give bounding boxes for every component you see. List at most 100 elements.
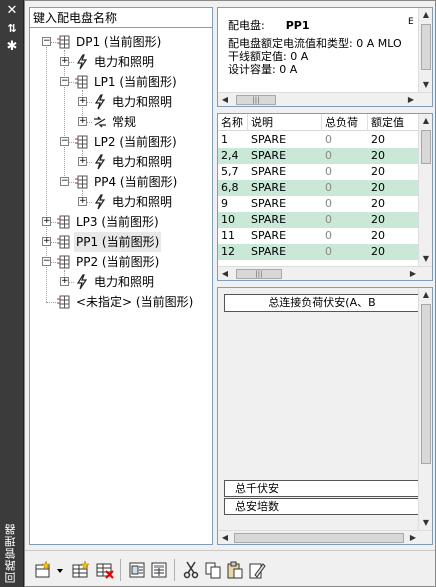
tree-node-panel[interactable]: − PP4 (当前图形) [30, 172, 210, 192]
expand-icon[interactable]: + [42, 237, 51, 246]
tree-node-panel[interactable]: − DP1 (当前图形) [30, 32, 210, 52]
cell-rating[interactable]: 20 [368, 196, 385, 212]
summary-vscroll[interactable]: ▲ ▼ [418, 288, 432, 530]
tree-node-circuit[interactable]: + 常规 [30, 112, 210, 132]
dropdown-arrow-icon[interactable] [55, 560, 65, 580]
cell-description[interactable]: SPARE [248, 244, 286, 260]
panel-search-input[interactable]: 键入配电盘名称 [30, 8, 212, 28]
tree-node-circuit[interactable]: + 电力和照明 [30, 192, 210, 212]
cell-name[interactable]: 1 [218, 132, 228, 148]
cell-rating[interactable]: 20 [368, 132, 385, 148]
tree-node-panel[interactable]: <未指定> (当前图形) [30, 292, 210, 312]
schedule-icon[interactable] [127, 560, 147, 580]
table-row[interactable]: 2,4 SPARE 0 20 [218, 148, 420, 164]
expand-icon[interactable]: + [42, 217, 51, 226]
cell-rating[interactable]: 20 [368, 244, 385, 260]
tree-node-panel[interactable]: − LP1 (当前图形) [30, 72, 210, 92]
summary-hscroll[interactable]: ◀ ▶ [218, 530, 432, 544]
tree-node-panel[interactable]: + LP3 (当前图形) [30, 212, 210, 232]
schedule-table-icon[interactable] [149, 560, 169, 580]
table-hscroll[interactable]: ◀ ||| ▶ [218, 266, 432, 280]
expand-icon[interactable]: + [78, 157, 87, 166]
tree-node-circuit[interactable]: + 电力和照明 [30, 272, 210, 292]
cell-name[interactable]: 11 [218, 228, 235, 244]
cell-total-load[interactable]: 0 [322, 132, 332, 148]
tree-node-panel[interactable]: − LP2 (当前图形) [30, 132, 210, 152]
scroll-thumb[interactable] [421, 130, 431, 164]
cell-total-load[interactable]: 0 [322, 244, 332, 260]
cell-rating[interactable]: 20 [368, 164, 385, 180]
col-name[interactable]: 名称 [218, 114, 248, 131]
copy-icon[interactable] [203, 560, 223, 580]
scroll-thumb[interactable] [421, 24, 431, 70]
cell-rating[interactable]: 20 [368, 212, 385, 228]
cell-description[interactable]: SPARE [248, 212, 286, 228]
cell-total-load[interactable]: 0 [322, 212, 332, 228]
tree-node-panel[interactable]: + PP1 (当前图形) [30, 232, 210, 252]
cell-description[interactable]: SPARE [248, 148, 286, 164]
scroll-up-icon[interactable]: ▲ [419, 114, 432, 128]
expand-icon[interactable]: + [78, 97, 87, 106]
new-panel-icon[interactable] [33, 560, 53, 580]
info-hscroll[interactable]: ◀ ||| ▶ [218, 92, 432, 106]
scroll-left-icon[interactable]: ◀ [218, 93, 232, 106]
scroll-thumb-h[interactable] [234, 533, 404, 543]
tree-node-circuit[interactable]: + 电力和照明 [30, 152, 210, 172]
table-row[interactable]: 10 SPARE 0 20 [218, 212, 420, 228]
info-vscroll[interactable]: ▲ ▼ [418, 8, 432, 92]
collapse-icon[interactable]: − [42, 257, 51, 266]
cell-name[interactable]: 5,7 [218, 164, 239, 180]
table-row[interactable]: 9 SPARE 0 20 [218, 196, 420, 212]
scroll-up-icon[interactable]: ▲ [419, 288, 432, 302]
cell-name[interactable]: 9 [218, 196, 228, 212]
properties-icon[interactable]: ✱ [4, 40, 20, 54]
cell-name[interactable]: 2,4 [218, 148, 239, 164]
scroll-left-icon[interactable]: ◀ [218, 531, 232, 544]
collapse-icon[interactable]: − [42, 37, 51, 46]
scroll-down-icon[interactable]: ▼ [419, 252, 432, 266]
table-vscroll[interactable]: ▲ ▼ [418, 114, 432, 266]
cell-total-load[interactable]: 0 [322, 164, 332, 180]
col-total-load[interactable]: 总负荷 [322, 114, 368, 131]
expand-icon[interactable]: + [60, 57, 69, 66]
new-circuit-icon[interactable] [71, 560, 91, 580]
table-row[interactable]: 1 SPARE 0 20 [218, 132, 420, 148]
table-row[interactable]: 12 SPARE 0 20 [218, 244, 420, 260]
scroll-down-icon[interactable]: ▼ [419, 516, 432, 530]
cell-rating[interactable]: 20 [368, 228, 385, 244]
collapse-icon[interactable]: − [60, 77, 69, 86]
tree-node-circuit[interactable]: + 电力和照明 [30, 52, 210, 72]
scroll-down-icon[interactable]: ▼ [419, 78, 432, 92]
scroll-thumb-h[interactable]: ||| [236, 269, 282, 279]
cell-total-load[interactable]: 0 [322, 196, 332, 212]
collapse-icon[interactable]: − [60, 137, 69, 146]
col-rating[interactable]: 额定值 [368, 114, 420, 131]
table-row[interactable]: 11 SPARE 0 20 [218, 228, 420, 244]
tree-node-panel[interactable]: − PP2 (当前图形) [30, 252, 210, 272]
cell-total-load[interactable]: 0 [322, 228, 332, 244]
close-icon[interactable]: ✕ [4, 4, 20, 18]
scroll-left-icon[interactable]: ◀ [218, 267, 232, 280]
cell-name[interactable]: 12 [218, 244, 235, 260]
scroll-thumb[interactable] [421, 304, 431, 464]
table-row[interactable]: 5,7 SPARE 0 20 [218, 164, 420, 180]
collapse-icon[interactable]: − [60, 177, 69, 186]
col-description[interactable]: 说明 [248, 114, 322, 131]
cell-description[interactable]: SPARE [248, 180, 286, 196]
scroll-up-icon[interactable]: ▲ [419, 8, 432, 22]
cell-description[interactable]: SPARE [248, 164, 286, 180]
delete-circuit-icon[interactable] [95, 560, 115, 580]
auto-hide-icon[interactable]: ⇅ [4, 22, 20, 36]
expand-icon[interactable]: + [78, 197, 87, 206]
cell-description[interactable]: SPARE [248, 196, 286, 212]
scroll-thumb-h[interactable]: ||| [236, 95, 276, 105]
cell-rating[interactable]: 20 [368, 148, 385, 164]
cell-total-load[interactable]: 0 [322, 148, 332, 164]
scroll-right-icon[interactable]: ▶ [404, 93, 418, 106]
scroll-right-icon[interactable]: ▶ [406, 267, 420, 280]
expand-icon[interactable]: + [78, 117, 87, 126]
cell-description[interactable]: SPARE [248, 228, 286, 244]
cell-name[interactable]: 10 [218, 212, 235, 228]
expand-icon[interactable]: + [60, 277, 69, 286]
cell-description[interactable]: SPARE [248, 132, 286, 148]
